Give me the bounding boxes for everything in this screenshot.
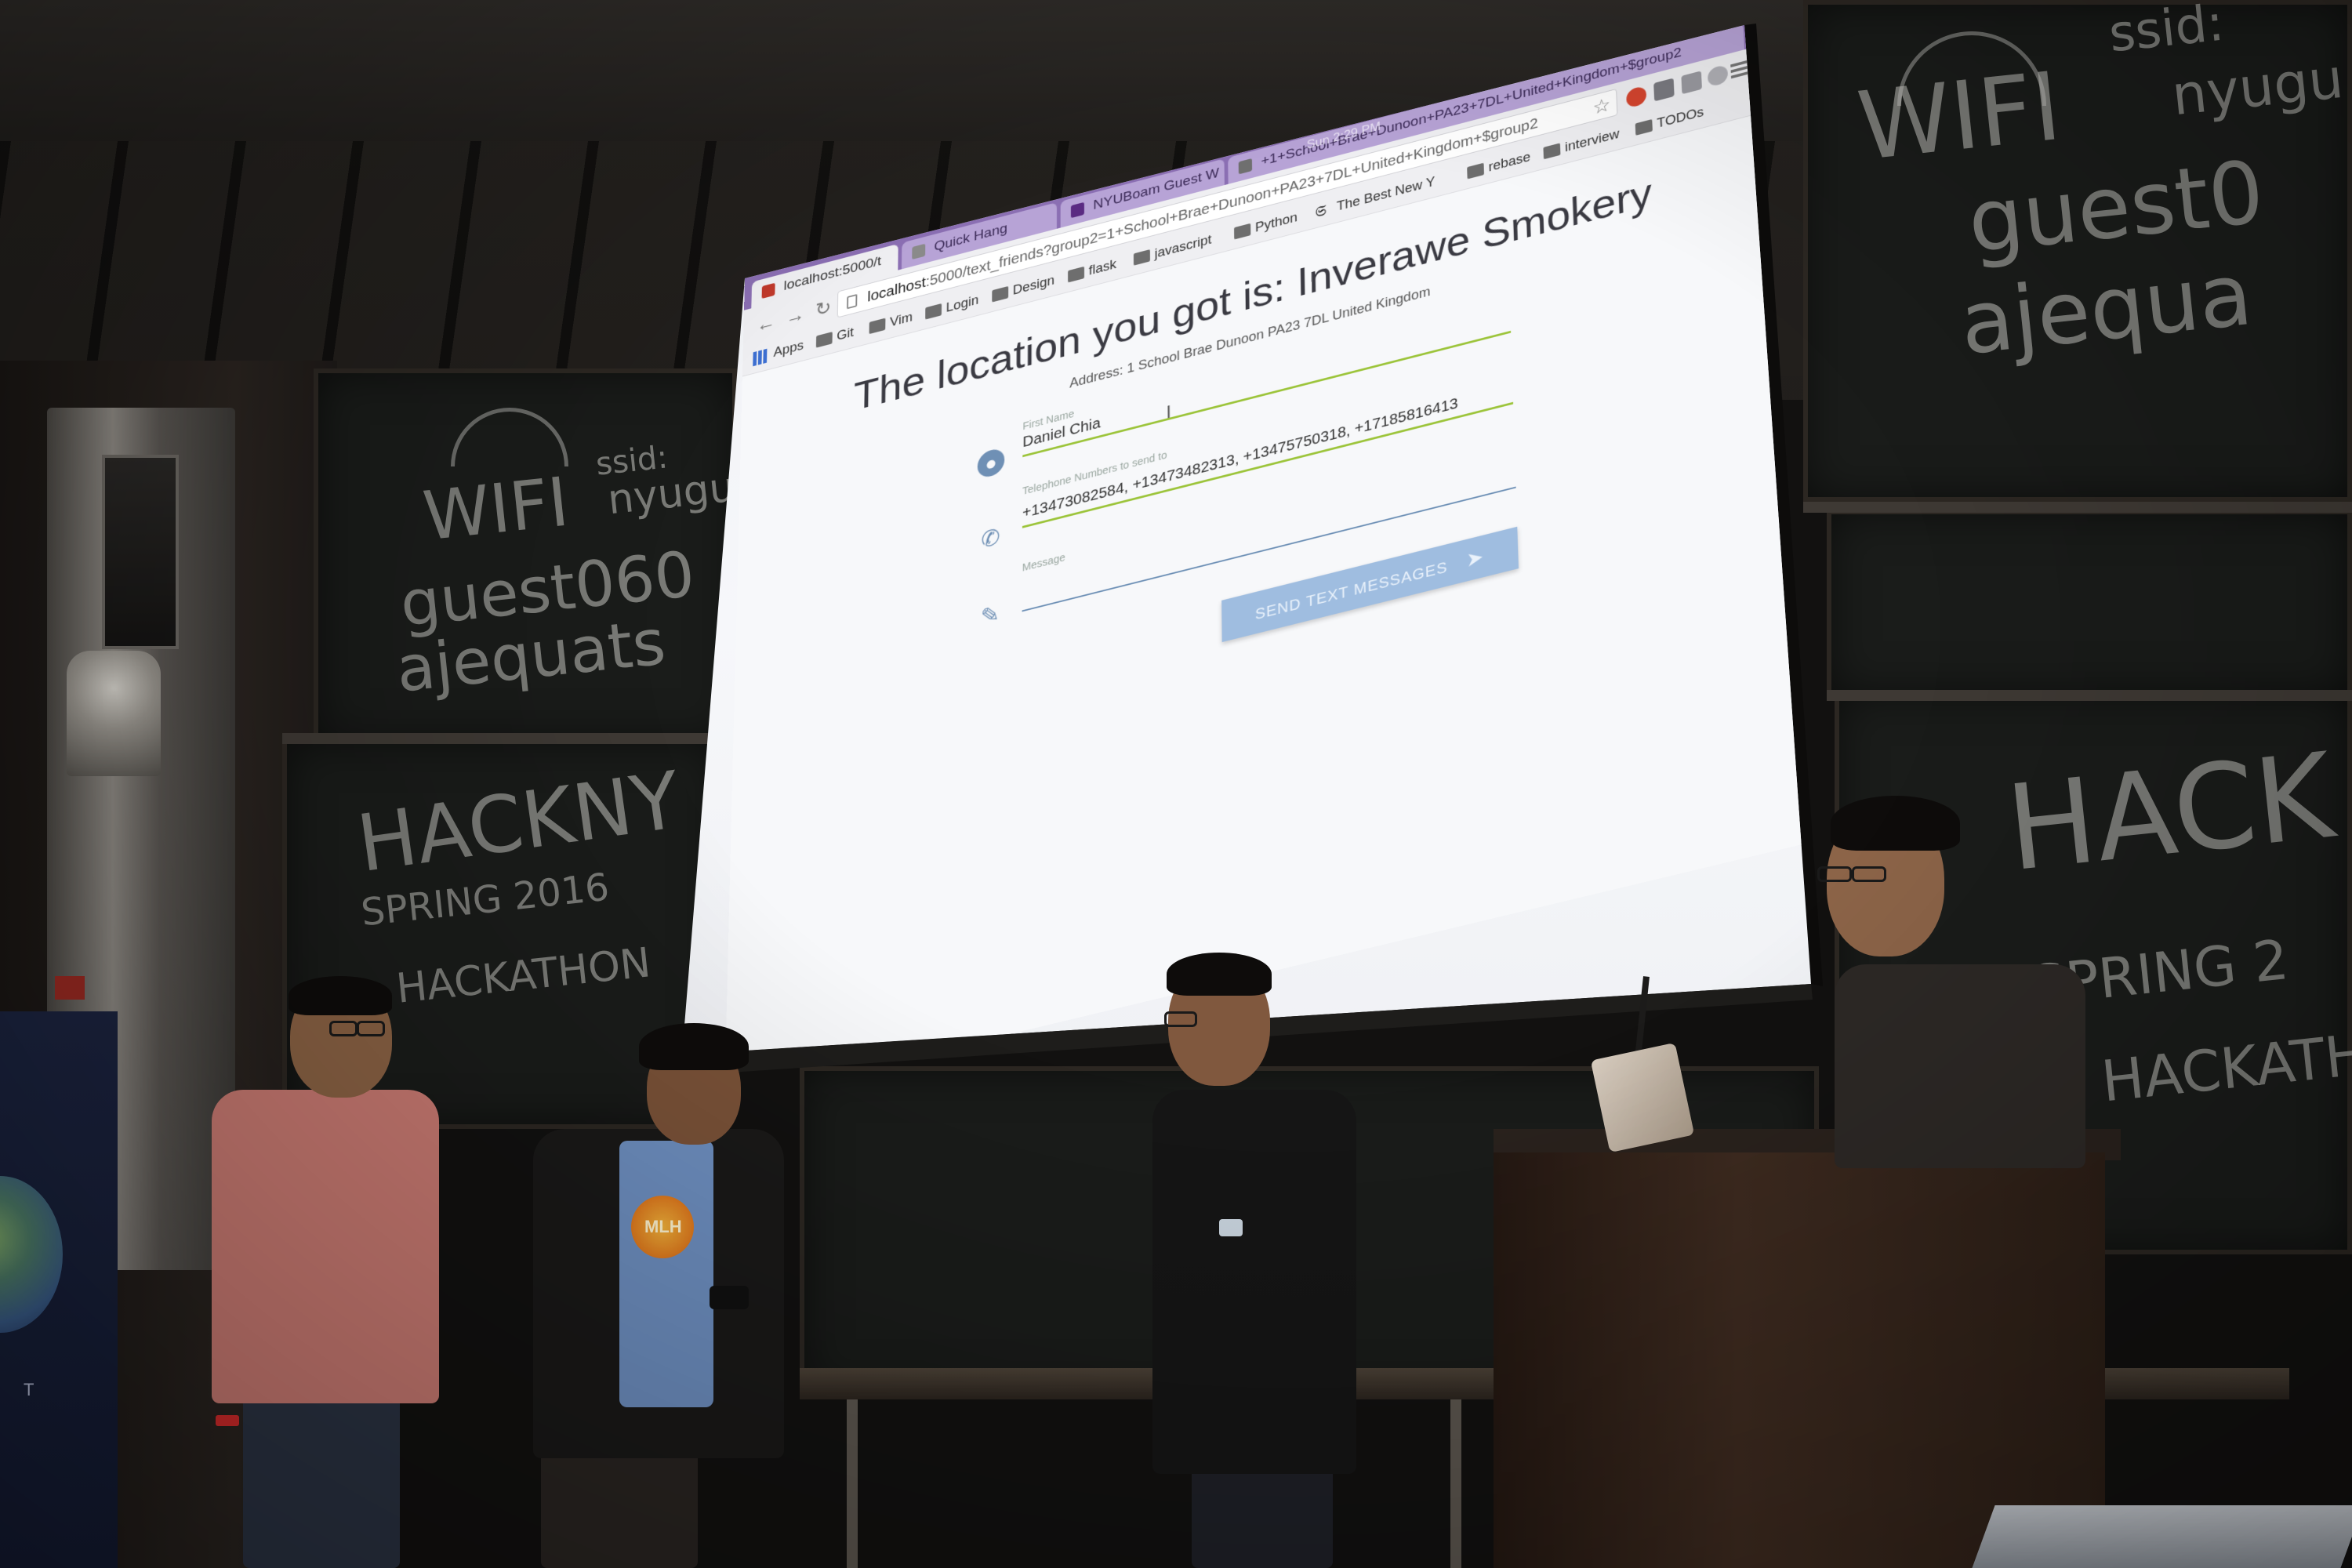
- chalk-wifi-right: WIFI: [1853, 52, 2067, 183]
- bookmark-label: flask: [1088, 256, 1117, 278]
- folder-icon: [1635, 118, 1653, 136]
- chalk-rail-right-lower: [1827, 690, 2352, 701]
- nyu-icon: [1070, 201, 1084, 219]
- folder-icon: [815, 332, 833, 348]
- chalk-wifi: WIFI: [419, 463, 572, 557]
- profile-extension-icon[interactable]: [1707, 64, 1729, 88]
- reload-icon[interactable]: ↻: [811, 293, 836, 324]
- chalk-rail: [282, 733, 737, 744]
- bookmark-label: Apps: [773, 337, 804, 360]
- laptop-on-podium: [1590, 1042, 1695, 1153]
- glasses: [357, 1021, 385, 1036]
- folder-icon: [869, 318, 886, 335]
- folder-icon: [1133, 249, 1150, 266]
- doc-icon: [912, 243, 926, 260]
- chalk-rail-right: [1803, 502, 2352, 513]
- bookmark-flask[interactable]: flask: [1068, 256, 1116, 284]
- puffer-jacket: [1152, 1090, 1356, 1474]
- jacket-patch: [1219, 1219, 1243, 1236]
- forward-arrow-icon[interactable]: →: [782, 300, 808, 331]
- folder-icon: [1543, 143, 1561, 160]
- hair: [1831, 796, 1960, 851]
- jeans: [243, 1388, 400, 1568]
- opera-extension-icon[interactable]: [1625, 85, 1647, 109]
- bookmark-label: Git: [837, 325, 855, 343]
- laptop-foreground: [1972, 1505, 2352, 1568]
- blue-tshirt: [619, 1141, 713, 1407]
- dark-shirt: [1835, 964, 2085, 1168]
- blackboard-mid-right: [1827, 510, 2352, 698]
- wall-speaker: [102, 455, 179, 649]
- hair: [289, 976, 392, 1015]
- folder-icon: [1068, 266, 1085, 283]
- bookmark-label: rebase: [1488, 149, 1531, 175]
- bookmark-label: Login: [946, 292, 979, 315]
- folder-icon: [925, 303, 942, 320]
- send-button-label: SEND TEXT MESSAGES: [1254, 559, 1448, 624]
- fire-alarm-box: [55, 976, 85, 1000]
- bookmark-label: Python: [1254, 209, 1298, 235]
- pencil-icon: ✎: [980, 601, 1000, 630]
- page-info-icon: [847, 293, 858, 310]
- page-icon: [761, 282, 775, 299]
- person-icon: ●: [977, 446, 1005, 480]
- hair: [639, 1023, 749, 1070]
- cast-extension-icon[interactable]: [1681, 71, 1702, 95]
- wave-icon: [1238, 158, 1253, 175]
- smartphone: [710, 1286, 749, 1309]
- hair: [1167, 953, 1272, 996]
- apps-grid-icon: [753, 348, 768, 367]
- bookmark-git[interactable]: Git: [815, 325, 855, 349]
- phone-icon: ✆: [981, 524, 1000, 554]
- pink-shirt: [212, 1090, 439, 1403]
- bookmark-label: Vim: [889, 309, 913, 330]
- glasses: [1852, 866, 1886, 882]
- table-leg: [1450, 1399, 1461, 1568]
- folder-icon: [1234, 223, 1251, 240]
- glasses: [1164, 1011, 1197, 1027]
- shirt-logo-text: MLH: [644, 1217, 682, 1236]
- nyt-icon: 𝔖: [1315, 201, 1327, 221]
- glasses: [1817, 866, 1852, 882]
- red-wristband: [216, 1415, 239, 1426]
- extension-icon[interactable]: [1653, 78, 1675, 102]
- bookmark-label: TODOs: [1657, 104, 1704, 131]
- bookmark-vim[interactable]: Vim: [869, 310, 913, 336]
- back-arrow-icon[interactable]: ←: [753, 308, 779, 339]
- folder-icon: [1467, 162, 1485, 180]
- pants: [1192, 1458, 1333, 1568]
- table-leg: [847, 1399, 858, 1568]
- banner-text: T: [24, 1380, 38, 1399]
- wall-light-fixture: [67, 651, 161, 776]
- folder-icon: [992, 285, 1009, 303]
- glasses: [329, 1021, 358, 1036]
- photo-scene: WIFI ssid: nyugu guest060 ajequats HACKN…: [0, 0, 2352, 1568]
- bookmark-label: Design: [1012, 272, 1055, 298]
- url-host: localhost: [867, 274, 926, 306]
- bookmark-star-icon[interactable]: ☆: [1592, 93, 1611, 120]
- send-arrow-icon: ➤: [1465, 544, 1485, 572]
